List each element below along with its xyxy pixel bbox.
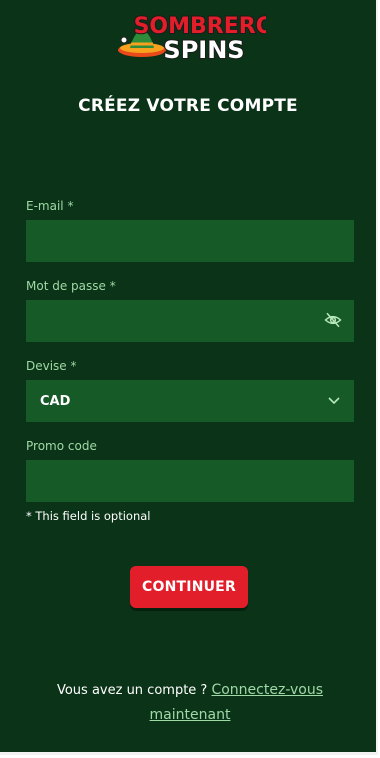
hide-password-icon[interactable] [324, 311, 342, 329]
optional-note: * This field is optional [26, 509, 151, 523]
currency-label: Devise * [26, 359, 77, 373]
login-prompt: Vous avez un compte ? Connectez-vous mai… [40, 678, 340, 728]
password-field[interactable] [26, 300, 354, 342]
login-question: Vous avez un compte ? [56, 683, 208, 698]
logo-line-2: SPINS [163, 36, 244, 64]
currency-value: CAD [40, 393, 71, 409]
email-field[interactable] [26, 220, 354, 262]
password-label: Mot de passe * [26, 279, 116, 293]
chevron-down-icon[interactable] [327, 395, 341, 405]
promo-code-label: Promo code [26, 439, 97, 453]
sombrero-spins-logo: SOMBRERO SPINS [116, 8, 266, 68]
email-label: E-mail * [26, 199, 74, 213]
signup-screen: SOMBRERO SPINS CRÉEZ VOTRE COMPTE E-mail… [0, 0, 378, 755]
continue-button[interactable]: CONTINUER [130, 566, 248, 608]
promo-code-field[interactable] [26, 460, 354, 502]
currency-select[interactable]: CAD [26, 380, 354, 422]
page-title: CRÉEZ VOTRE COMPTE [78, 96, 298, 116]
